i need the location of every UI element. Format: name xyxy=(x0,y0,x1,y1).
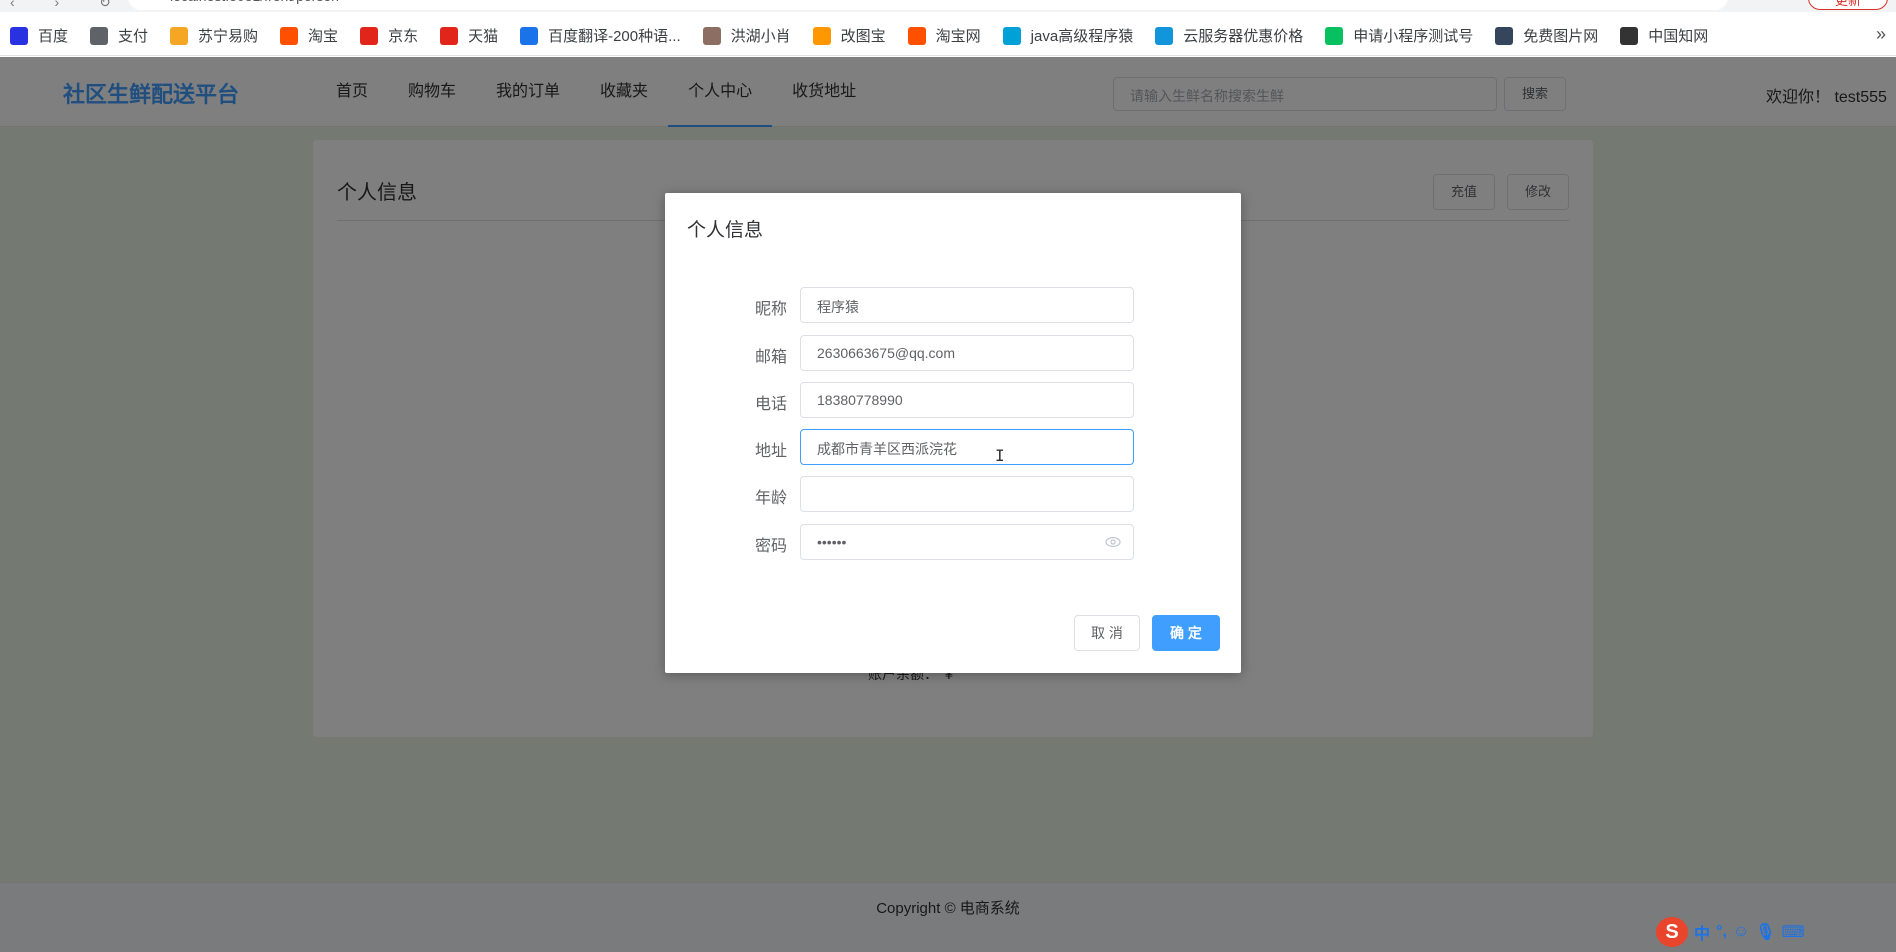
bookmark-item[interactable]: 改图宝 xyxy=(812,25,886,46)
form-row-password: 密码 •••••• xyxy=(665,524,1241,560)
address-label: 地址 xyxy=(754,443,787,460)
bookmark-item[interactable]: 申请小程序测试号 xyxy=(1325,25,1473,46)
ime-punctuation[interactable]: °, xyxy=(1716,923,1727,941)
browser-nav-icons[interactable]: ‹ › ↻ xyxy=(10,0,129,11)
suning-lion-icon xyxy=(170,26,189,45)
bookmark-label: 支付 xyxy=(118,28,149,45)
bookmark-item[interactable]: 云服务器优惠价格 xyxy=(1155,25,1303,46)
bookmark-item[interactable]: 百度翻译-200种语... xyxy=(520,25,681,46)
text-cursor-icon: I xyxy=(995,446,1005,465)
globe-icon xyxy=(90,26,109,45)
bookmark-label: 百度 xyxy=(38,28,69,45)
bookmark-item[interactable]: java高级程序猿 xyxy=(1002,25,1134,46)
bookmark-label: 中国知网 xyxy=(1648,28,1709,45)
phone-input[interactable]: 18380778990 xyxy=(800,382,1134,418)
bookmark-label: 云服务器优惠价格 xyxy=(1183,28,1304,45)
cancel-button[interactable]: 取 消 xyxy=(1074,615,1140,651)
eye-icon[interactable] xyxy=(1105,535,1121,549)
cnki-icon xyxy=(1620,26,1639,45)
phone-label: 电话 xyxy=(754,396,787,413)
bookmark-label: 洪湖小肖 xyxy=(730,28,791,45)
translate-icon xyxy=(520,26,539,45)
form-row-age: 年龄 xyxy=(665,476,1241,512)
bookmark-item[interactable]: 京东 xyxy=(360,25,418,46)
taobao-icon xyxy=(280,26,299,45)
profile-dialog: 个人信息 昵称 程序猿 邮箱 2630663675@qq.com 电话 1838… xyxy=(665,193,1241,673)
bookmarks-bar: 百度 支付 苏宁易购 淘宝 京东 天猫 百度翻译-200种语... 洪湖小肖 改图宝 淘宝网 jav… xyxy=(0,16,1896,56)
bookmark-label: 淘宝网 xyxy=(935,28,981,45)
bookmark-label: 免费图片网 xyxy=(1523,28,1599,45)
form-row-nickname: 昵称 程序猿 xyxy=(665,287,1241,323)
bookmarks-overflow-icon[interactable]: » xyxy=(1876,24,1886,45)
age-input[interactable] xyxy=(800,476,1134,512)
bookmark-label: java高级程序猿 xyxy=(1030,28,1134,45)
bookmark-item[interactable]: 天猫 xyxy=(440,25,498,46)
form-row-phone: 电话 18380778990 xyxy=(665,382,1241,418)
bookmark-item[interactable]: 洪湖小肖 xyxy=(702,25,791,46)
bookmark-item[interactable]: 支付 xyxy=(90,25,148,46)
sogou-logo-icon[interactable]: S xyxy=(1656,917,1688,947)
dialog-title: 个人信息 xyxy=(687,220,764,241)
bookmark-label: 申请小程序测试号 xyxy=(1353,28,1474,45)
ime-toolbar: S 中 °, ☺ 🎙 ⌨ xyxy=(1656,917,1805,947)
nickname-label: 昵称 xyxy=(754,301,787,318)
bookmark-item[interactable]: 免费图片网 xyxy=(1495,25,1598,46)
browser-toolbar: ‹ › ↻ localhost:8081/front/person 更新 xyxy=(0,0,1896,12)
ime-keyboard-icon[interactable]: ⌨ xyxy=(1782,922,1805,942)
bookmark-label: 天猫 xyxy=(468,28,499,45)
email-input[interactable]: 2630663675@qq.com xyxy=(800,335,1134,371)
jd-icon xyxy=(360,26,379,45)
address-input[interactable]: 成都市青羊区西派浣花 xyxy=(800,429,1134,465)
form-row-address: 地址 成都市青羊区西派浣花 I xyxy=(665,429,1241,465)
email-label: 邮箱 xyxy=(754,349,787,366)
taobao-icon xyxy=(907,26,926,45)
bookmark-label: 改图宝 xyxy=(840,28,886,45)
gaitubao-icon xyxy=(812,26,831,45)
wechat-icon xyxy=(1325,26,1344,45)
bookmark-label: 京东 xyxy=(388,28,419,45)
ime-emoji-icon[interactable]: ☺ xyxy=(1733,923,1749,941)
confirm-button[interactable]: 确 定 xyxy=(1152,615,1220,651)
tumblr-icon xyxy=(1495,26,1514,45)
bookmark-item[interactable]: 百度 xyxy=(10,25,68,46)
bookmark-item[interactable]: 淘宝 xyxy=(280,25,338,46)
ime-mode[interactable]: 中 xyxy=(1694,920,1710,944)
bookmark-label: 百度翻译-200种语... xyxy=(548,28,681,45)
baidu-paw-icon xyxy=(10,26,28,45)
tmall-icon xyxy=(440,26,459,45)
form-row-email: 邮箱 2630663675@qq.com xyxy=(665,335,1241,371)
password-label: 密码 xyxy=(754,538,787,555)
address-bar[interactable]: localhost:8081/front/person xyxy=(128,0,1728,10)
password-input[interactable]: •••••• xyxy=(800,524,1134,560)
browser-update-button[interactable]: 更新 xyxy=(1808,0,1888,10)
bookmark-label: 苏宁易购 xyxy=(198,28,259,45)
cloud-icon xyxy=(1155,26,1174,45)
age-label: 年龄 xyxy=(754,490,787,507)
bookmark-item[interactable]: 中国知网 xyxy=(1620,25,1708,46)
bilibili-tv-icon xyxy=(1002,26,1021,45)
ime-mic-icon[interactable]: 🎙 xyxy=(1755,922,1775,942)
bookmark-item[interactable]: 淘宝网 xyxy=(907,25,981,46)
nickname-input[interactable]: 程序猿 xyxy=(800,287,1134,323)
bookmark-item[interactable]: 苏宁易购 xyxy=(170,25,258,46)
bird-icon xyxy=(702,26,721,45)
bookmark-label: 淘宝 xyxy=(308,28,339,45)
